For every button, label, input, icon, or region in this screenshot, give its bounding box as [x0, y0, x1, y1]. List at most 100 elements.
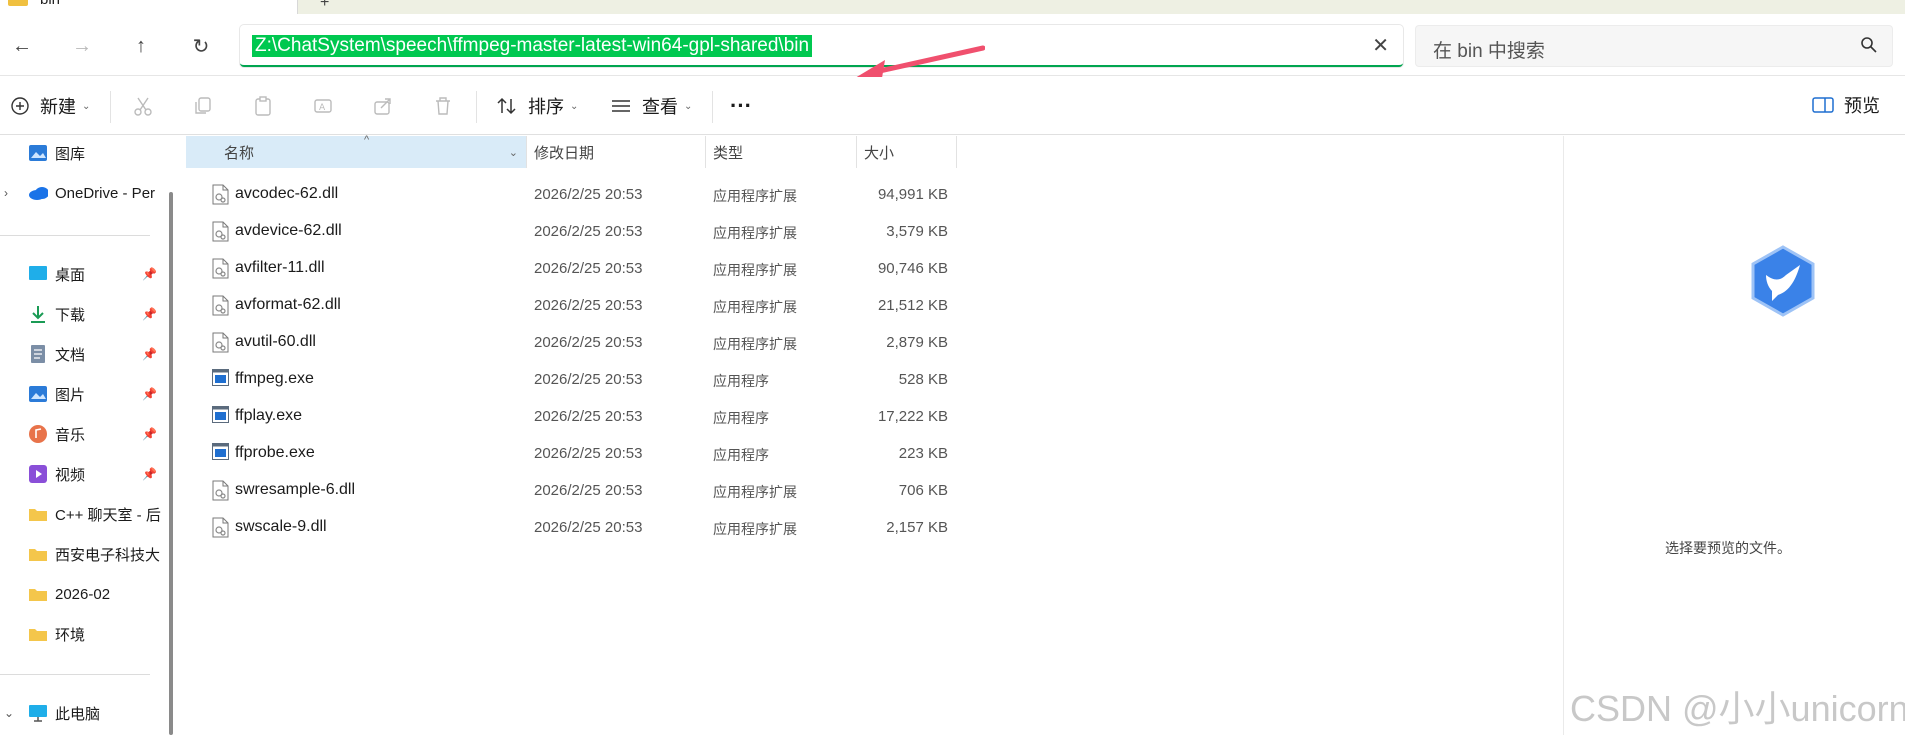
file-row[interactable]: ffplay.exe 2026/2/25 20:53 应用程序 17,222 KB: [186, 398, 948, 435]
file-row[interactable]: ffprobe.exe 2026/2/25 20:53 应用程序 223 KB: [186, 435, 948, 472]
pin-icon[interactable]: 📌: [142, 427, 157, 441]
rename-icon[interactable]: A: [310, 93, 336, 119]
column-header-label: 名称: [224, 144, 255, 162]
file-name[interactable]: avformat-62.dll: [235, 296, 341, 314]
plus-circle-icon: [11, 97, 29, 115]
new-button[interactable]: 新建 ⌄: [10, 91, 90, 121]
pin-icon[interactable]: 📌: [142, 387, 157, 401]
file-row[interactable]: avformat-62.dll 2026/2/25 20:53 应用程序扩展 21,5…: [186, 287, 948, 324]
delete-icon[interactable]: [430, 93, 456, 119]
column-divider[interactable]: [956, 136, 957, 168]
file-date: 2026/2/25 20:53: [534, 408, 643, 425]
sidebar-item-desktop[interactable]: 桌面 📌: [0, 257, 162, 291]
more-options-button[interactable]: ···: [730, 91, 752, 121]
column-header-name[interactable]: 名称 ^ ⌄: [186, 134, 526, 168]
sidebar-item-folder[interactable]: C++ 聊天室 - 后: [0, 497, 162, 531]
file-row[interactable]: avdevice-62.dll 2026/2/25 20:53 应用程序扩展 3,57…: [186, 213, 948, 250]
chevron-right-icon[interactable]: ›: [4, 186, 8, 200]
file-row[interactable]: avcodec-62.dll 2026/2/25 20:53 应用程序扩展 94,99…: [186, 176, 948, 213]
share-icon[interactable]: [370, 93, 396, 119]
sidebar-item-documents[interactable]: 文档 📌: [0, 337, 162, 371]
pin-icon[interactable]: 📌: [142, 307, 157, 321]
pin-icon[interactable]: 📌: [142, 467, 157, 481]
divider: [476, 91, 477, 123]
file-type: 应用程序扩展: [713, 225, 797, 241]
sidebar-item-music[interactable]: 音乐 📌: [0, 417, 162, 451]
file-size: 2,157 KB: [886, 519, 948, 536]
file-name[interactable]: ffprobe.exe: [235, 444, 315, 462]
new-tab-button[interactable]: +: [320, 0, 329, 12]
paste-icon[interactable]: [250, 93, 276, 119]
copy-icon[interactable]: [190, 93, 216, 119]
pin-icon[interactable]: 📌: [142, 347, 157, 361]
dll-file-icon: [212, 184, 229, 205]
file-row[interactable]: avfilter-11.dll 2026/2/25 20:53 应用程序扩展 90,7…: [186, 250, 948, 287]
column-divider[interactable]: [705, 136, 706, 168]
file-date: 2026/2/25 20:53: [534, 186, 643, 203]
column-header-type[interactable]: 类型: [713, 136, 833, 168]
computer-icon: [28, 703, 48, 723]
file-row[interactable]: swscale-9.dll 2026/2/25 20:53 应用程序扩展 2,157 …: [186, 509, 948, 546]
sort-icon: [497, 97, 516, 115]
file-date: 2026/2/25 20:53: [534, 482, 643, 499]
file-name[interactable]: avdevice-62.dll: [235, 222, 342, 240]
view-label: 查看: [642, 97, 678, 117]
file-name[interactable]: swresample-6.dll: [235, 481, 355, 499]
forward-button[interactable]: →: [68, 32, 96, 60]
file-row[interactable]: avutil-60.dll 2026/2/25 20:53 应用程序扩展 2,879 …: [186, 324, 948, 361]
address-toolbar: ← → ↑ ↻ Z:\ChatSystem\speech\ffmpeg-mast…: [0, 14, 1905, 84]
sidebar-item-folder[interactable]: 西安电子科技大: [0, 537, 162, 571]
view-button[interactable]: 查看 ⌄: [610, 91, 692, 121]
clear-address-icon[interactable]: ✕: [1372, 33, 1389, 58]
file-name[interactable]: swscale-9.dll: [235, 518, 327, 536]
chevron-down-icon[interactable]: ⌄: [509, 146, 518, 159]
address-path[interactable]: Z:\ChatSystem\speech\ffmpeg-master-lates…: [252, 35, 813, 57]
column-divider[interactable]: [526, 136, 527, 168]
sidebar-item-label: 音乐: [55, 426, 86, 444]
up-button[interactable]: ↑: [127, 32, 155, 60]
column-header-date[interactable]: 修改日期: [534, 136, 704, 168]
sidebar-item-pictures[interactable]: 图片 📌: [0, 377, 162, 411]
pin-icon[interactable]: 📌: [142, 267, 157, 281]
sidebar-item-gallery[interactable]: 图库: [0, 136, 162, 170]
file-type: 应用程序扩展: [713, 299, 797, 315]
folder-icon: [28, 624, 48, 644]
file-type: 应用程序: [713, 373, 769, 389]
sidebar-item-folder[interactable]: 环境: [0, 617, 162, 651]
search-field[interactable]: 在 bin 中搜索: [1415, 25, 1893, 67]
file-date: 2026/2/25 20:53: [534, 297, 643, 314]
chevron-down-icon[interactable]: ⌄: [4, 706, 14, 720]
file-date: 2026/2/25 20:53: [534, 371, 643, 388]
file-name[interactable]: avcodec-62.dll: [235, 185, 338, 203]
file-name[interactable]: ffmpeg.exe: [235, 370, 314, 388]
chevron-down-icon: ⌄: [684, 100, 693, 112]
sidebar-scroll-thumb[interactable]: [169, 192, 173, 735]
preview-pane-button[interactable]: 预览: [1812, 92, 1880, 118]
file-size: 223 KB: [898, 445, 948, 462]
sidebar-item-downloads[interactable]: 下载 📌: [0, 297, 162, 331]
file-row[interactable]: swresample-6.dll 2026/2/25 20:53 应用程序扩展 706…: [186, 472, 948, 509]
file-row[interactable]: ffmpeg.exe 2026/2/25 20:53 应用程序 528 KB: [186, 361, 948, 398]
file-size: 17,222 KB: [877, 408, 948, 425]
refresh-button[interactable]: ↻: [187, 32, 215, 60]
file-name[interactable]: ffplay.exe: [235, 407, 302, 425]
sidebar-item-folder[interactable]: 2026-02: [0, 577, 162, 611]
address-field[interactable]: Z:\ChatSystem\speech\ffmpeg-master-lates…: [240, 25, 1403, 67]
sidebar-item-onedrive[interactable]: › OneDrive - Per: [0, 176, 162, 210]
search-placeholder: 在 bin 中搜索: [1433, 41, 1545, 62]
tab-bin[interactable]: bin: [0, 0, 298, 14]
back-button[interactable]: ←: [8, 32, 36, 60]
file-name[interactable]: avfilter-11.dll: [235, 259, 325, 277]
sidebar-item-this-pc[interactable]: ⌄ 此电脑: [0, 696, 162, 730]
column-divider[interactable]: [856, 136, 857, 168]
sidebar-item-videos[interactable]: 视频 📌: [0, 457, 162, 491]
sort-button[interactable]: 排序 ⌄: [496, 91, 578, 121]
divider: [110, 91, 111, 123]
search-icon[interactable]: [1860, 36, 1878, 54]
column-header-size[interactable]: 大小: [864, 136, 944, 168]
documents-icon: [28, 344, 48, 364]
file-name[interactable]: avutil-60.dll: [235, 333, 316, 351]
application-icon: [212, 406, 229, 427]
cut-icon[interactable]: [130, 93, 156, 119]
file-type: 应用程序: [713, 447, 769, 463]
